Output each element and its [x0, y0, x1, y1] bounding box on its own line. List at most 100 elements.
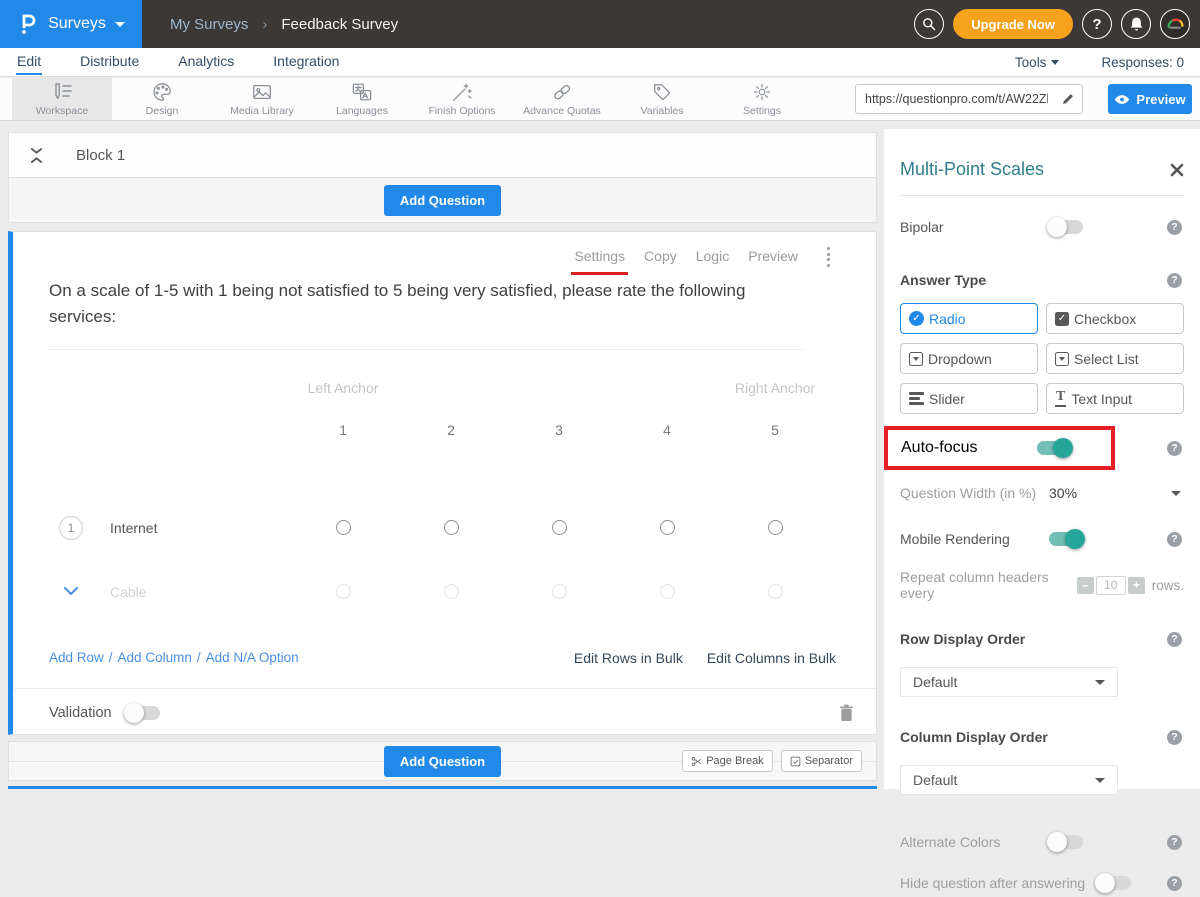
answer-type-select-list[interactable]: Select List — [1046, 343, 1184, 374]
alternate-colors-toggle[interactable] — [1049, 835, 1083, 849]
answer-type-dropdown[interactable]: Dropdown — [900, 343, 1038, 374]
radio-option[interactable] — [768, 520, 783, 535]
more-options-icon[interactable] — [825, 245, 832, 269]
radio-option[interactable] — [336, 584, 351, 599]
left-anchor-label[interactable]: Left Anchor — [289, 380, 397, 396]
tab-edit[interactable]: Edit — [16, 49, 42, 75]
add-question-strip-bottom: Add Question Page Break Separator — [8, 741, 877, 781]
validation-row: Validation — [13, 689, 876, 722]
question-tab-settings[interactable]: Settings — [574, 248, 625, 266]
page-break-button[interactable]: Page Break — [682, 750, 772, 772]
help-icon[interactable] — [1167, 632, 1182, 647]
toolbar-workspace[interactable]: Workspace — [12, 78, 112, 120]
auto-focus-label: Auto-focus — [901, 439, 1037, 457]
share-url-input[interactable] — [856, 92, 1054, 106]
avatar-logo-icon — [1164, 13, 1186, 35]
tab-analytics[interactable]: Analytics — [177, 49, 235, 75]
tab-integration[interactable]: Integration — [272, 49, 340, 75]
toolbar-media-library[interactable]: Media Library — [212, 78, 312, 120]
add-na-option-link[interactable]: Add N/A Option — [206, 650, 299, 665]
answer-type-checkbox[interactable]: ✓ Checkbox — [1046, 303, 1184, 334]
column-header[interactable]: 2 — [397, 422, 505, 438]
upgrade-now-button[interactable]: Upgrade Now — [953, 9, 1073, 39]
right-anchor-label[interactable]: Right Anchor — [721, 380, 829, 396]
help-icon[interactable] — [1167, 441, 1182, 456]
hide-after-toggle[interactable] — [1097, 876, 1131, 890]
column-display-order-select[interactable]: Default — [900, 765, 1118, 795]
column-header[interactable]: 3 — [505, 422, 613, 438]
responses-count[interactable]: Responses: 0 — [1101, 55, 1184, 70]
help-icon[interactable] — [1167, 835, 1182, 850]
row-label[interactable]: Cable — [110, 584, 147, 600]
auto-focus-toggle[interactable] — [1037, 441, 1071, 455]
search-button[interactable] — [914, 9, 944, 39]
toolbar-advance-quotas[interactable]: Advance Quotas — [512, 78, 612, 120]
radio-option[interactable] — [552, 520, 567, 535]
stepper-plus-button[interactable]: + — [1128, 577, 1145, 594]
row-label[interactable]: Internet — [110, 520, 157, 536]
question-tab-copy[interactable]: Copy — [644, 248, 677, 266]
edit-url-button[interactable] — [1054, 85, 1082, 113]
help-icon[interactable] — [1167, 273, 1182, 288]
toolbar-finish-options[interactable]: Finish Options — [412, 78, 512, 120]
nav-tabs: Edit Distribute Analytics Integration — [16, 49, 340, 75]
toolbar-design[interactable]: Design — [112, 78, 212, 120]
question-tab-logic[interactable]: Logic — [696, 248, 729, 266]
radio-option[interactable] — [552, 584, 567, 599]
tab-distribute[interactable]: Distribute — [79, 49, 140, 75]
help-icon[interactable] — [1167, 876, 1182, 891]
column-header[interactable]: 1 — [289, 422, 397, 438]
tools-menu[interactable]: Tools — [1015, 55, 1060, 70]
row-display-order-header: Row Display Order — [900, 629, 1184, 649]
delete-question-button[interactable] — [839, 704, 854, 722]
edit-rows-bulk-link[interactable]: Edit Rows in Bulk — [574, 650, 683, 666]
radio-option[interactable] — [444, 520, 459, 535]
translate-icon — [351, 82, 373, 102]
preview-button[interactable]: Preview — [1108, 84, 1192, 114]
radio-option[interactable] — [444, 584, 459, 599]
add-column-link[interactable]: Add Column — [118, 650, 192, 665]
answer-type-slider[interactable]: Slider — [900, 383, 1038, 414]
toolbar-languages[interactable]: Languages — [312, 78, 412, 120]
add-question-strip-top: Add Question — [8, 178, 877, 223]
add-question-button-bottom[interactable]: Add Question — [384, 746, 501, 777]
row-expand-button[interactable] — [59, 587, 83, 596]
chevron-down-icon[interactable] — [1171, 491, 1181, 496]
stepper-minus-button[interactable]: – — [1077, 577, 1094, 594]
avatar[interactable] — [1160, 9, 1190, 39]
radio-option[interactable] — [660, 584, 675, 599]
collapse-block-button[interactable] — [29, 147, 44, 164]
block-title[interactable]: Block 1 — [76, 147, 125, 164]
row-number-badge[interactable]: 1 — [59, 516, 83, 540]
help-icon[interactable] — [1167, 730, 1182, 745]
tools-label: Tools — [1015, 55, 1047, 70]
question-tab-preview[interactable]: Preview — [748, 248, 798, 266]
column-header[interactable]: 4 — [613, 422, 721, 438]
help-button[interactable]: ? — [1082, 9, 1112, 39]
product-switcher[interactable]: Surveys — [0, 0, 142, 48]
notifications-button[interactable] — [1121, 9, 1151, 39]
add-row-link[interactable]: Add Row — [49, 650, 104, 665]
radio-option[interactable] — [660, 520, 675, 535]
column-header[interactable]: 5 — [721, 422, 829, 438]
breadcrumb-my-surveys[interactable]: My Surveys — [170, 16, 248, 33]
bipolar-toggle[interactable] — [1049, 220, 1083, 234]
validation-toggle[interactable] — [126, 706, 160, 720]
repeat-headers-input[interactable] — [1096, 576, 1126, 595]
answer-type-text-input[interactable]: T Text Input — [1046, 383, 1184, 414]
pencil-icon — [1061, 92, 1075, 106]
question-width-value[interactable]: 30% — [1049, 485, 1077, 501]
add-question-button-top[interactable]: Add Question — [384, 185, 501, 216]
toolbar-variables[interactable]: Variables — [612, 78, 712, 120]
toolbar-settings[interactable]: Settings — [712, 78, 812, 120]
separator-button[interactable]: Separator — [781, 750, 862, 772]
mobile-rendering-toggle[interactable] — [1049, 532, 1083, 546]
radio-option[interactable] — [336, 520, 351, 535]
close-panel-button[interactable] — [1170, 163, 1184, 177]
row-display-order-select[interactable]: Default — [900, 667, 1118, 697]
answer-type-radio[interactable]: ✓ Radio — [900, 303, 1038, 334]
help-icon[interactable] — [1167, 532, 1182, 547]
edit-columns-bulk-link[interactable]: Edit Columns in Bulk — [707, 650, 836, 666]
radio-option[interactable] — [768, 584, 783, 599]
help-icon[interactable] — [1167, 220, 1182, 235]
